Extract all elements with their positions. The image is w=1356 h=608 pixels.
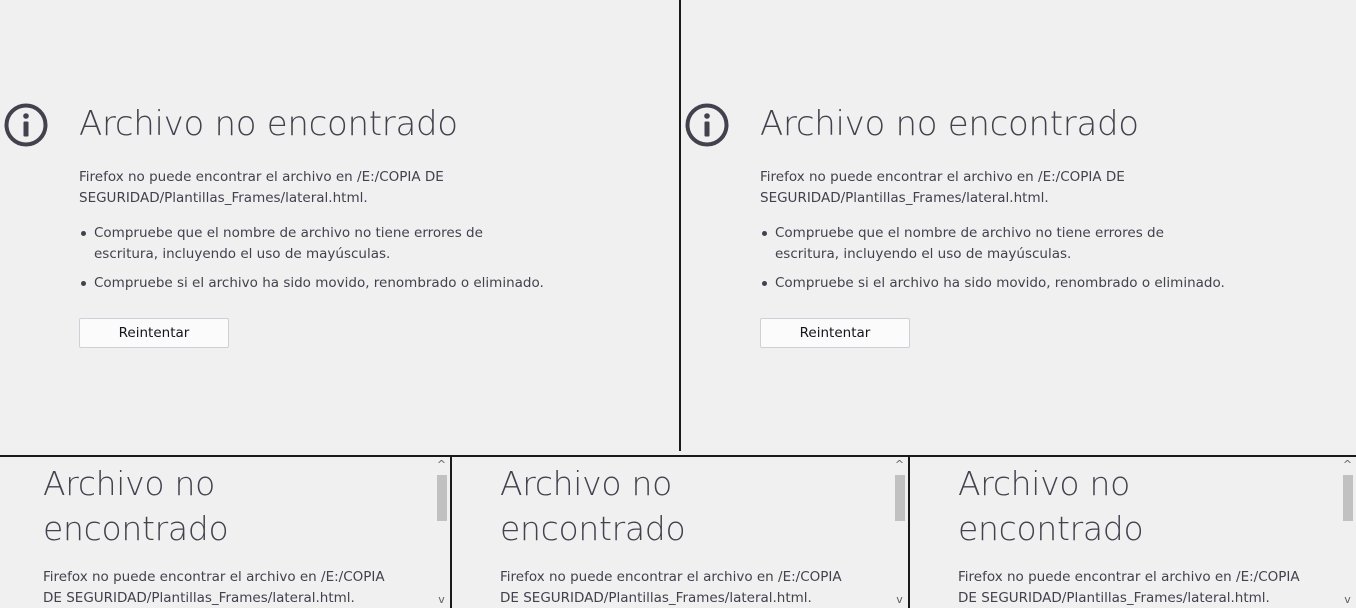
vertical-scrollbar[interactable]: ^ v	[433, 457, 450, 608]
error-description: Firefox no puede encontrar el archivo en…	[958, 569, 1300, 606]
frameset: Archivo no encontrado Firefox no puede e…	[0, 0, 1356, 608]
error-checklist: Compruebe que el nombre de archivo no ti…	[760, 223, 1230, 302]
scroll-up-arrow-icon[interactable]: ^	[1339, 458, 1356, 472]
scroll-down-arrow-icon[interactable]: v	[1339, 593, 1356, 607]
error-title: Archivo no encontrado	[500, 464, 686, 548]
error-description: Firefox no puede encontrar el archivo en…	[500, 569, 842, 606]
error-title: Archivo no encontrado	[760, 104, 1139, 144]
scroll-thumb[interactable]	[895, 475, 905, 521]
error-title: Archivo no encontrado	[958, 464, 1144, 548]
error-title: Archivo no encontrado	[79, 104, 458, 144]
error-check-item: Compruebe que el nombre de archivo no ti…	[760, 223, 1230, 265]
frame-top-right: Archivo no encontrado Firefox no puede e…	[681, 0, 1356, 451]
error-page: Archivo no encontrado Firefox no puede e…	[681, 0, 1356, 451]
frame-bottom-3: Archivo no encontrado Firefox no puede e…	[910, 457, 1356, 608]
frame-bottom-2: Archivo no encontrado Firefox no puede e…	[452, 457, 908, 608]
error-description: Firefox no puede encontrar el archivo en…	[43, 569, 385, 606]
error-check-item: Compruebe si el archivo ha sido movido, …	[760, 273, 1230, 294]
error-check-item: Compruebe si el archivo ha sido movido, …	[79, 273, 549, 294]
scroll-thumb[interactable]	[437, 475, 447, 521]
scroll-up-arrow-icon[interactable]: ^	[891, 458, 908, 472]
retry-button[interactable]: Reintentar	[760, 318, 910, 348]
vertical-scrollbar[interactable]: ^ v	[891, 457, 908, 608]
frame-top-left: Archivo no encontrado Firefox no puede e…	[0, 0, 679, 451]
error-description: Firefox no puede encontrar el archivo en…	[79, 169, 444, 206]
scroll-up-arrow-icon[interactable]: ^	[433, 458, 450, 472]
scroll-down-arrow-icon[interactable]: v	[891, 593, 908, 607]
info-icon	[4, 103, 48, 147]
error-checklist: Compruebe que el nombre de archivo no ti…	[79, 223, 549, 302]
error-check-item: Compruebe que el nombre de archivo no ti…	[79, 223, 549, 265]
error-page: Archivo no encontrado Firefox no puede e…	[0, 0, 679, 451]
scroll-thumb[interactable]	[1343, 475, 1353, 521]
frame-bottom-1: Archivo no encontrado Firefox no puede e…	[0, 457, 450, 608]
scroll-down-arrow-icon[interactable]: v	[433, 593, 450, 607]
retry-button[interactable]: Reintentar	[79, 318, 229, 348]
info-icon	[685, 103, 729, 147]
vertical-scrollbar[interactable]: ^ v	[1339, 457, 1356, 608]
error-title: Archivo no encontrado	[43, 464, 229, 548]
error-description: Firefox no puede encontrar el archivo en…	[760, 169, 1125, 206]
